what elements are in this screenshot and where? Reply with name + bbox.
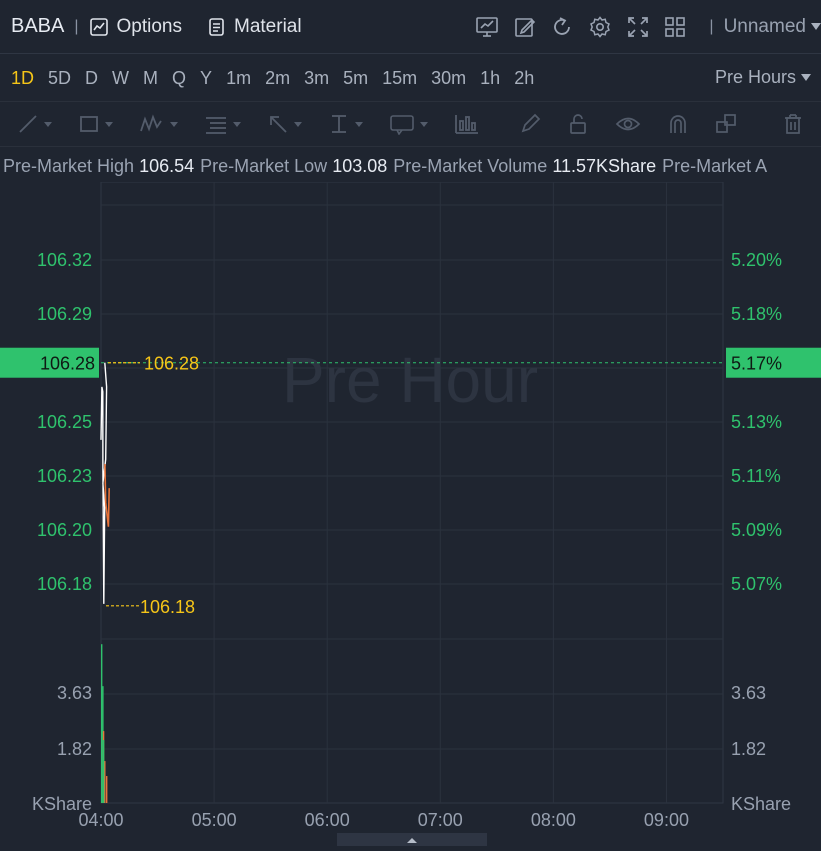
stat-value: 103.08 [332,156,388,176]
volume-bar [102,740,105,803]
session-label: Pre Hours [714,67,796,87]
timeframe-list: 1D 5D D W M Q Y 1m 2m 3m 5m 15m 30m 1h 2h [0,68,537,89]
fullscreen-icon[interactable] [624,10,651,44]
pct-tick-label: 5.09% [731,520,782,540]
chevron-up-icon [407,838,417,843]
timeframe-1d[interactable]: 1D [11,68,34,88]
timeframe-5m[interactable]: 5m [343,68,368,88]
ticker-symbol[interactable]: BABA [11,15,64,38]
timeframe-1m[interactable]: 1m [226,68,251,88]
low-marker-label: 106.18 [140,597,195,617]
settings-icon[interactable] [587,10,614,44]
layout-selector[interactable]: Unnamed [724,16,821,38]
timeframe-15m[interactable]: 15m [382,68,417,88]
volume-bar [101,644,103,803]
plot-frame [100,182,724,804]
high-marker-label: 106.28 [144,354,199,374]
material-label: Material [234,15,302,37]
volume-tick-label: 1.82 [731,739,766,759]
timeframe-3m[interactable]: 3m [304,68,329,88]
trend-line-icon[interactable] [17,113,52,135]
timeframe-q[interactable]: Q [172,68,186,88]
drawing-toolbar [0,101,821,147]
material-button[interactable]: Material [206,16,302,38]
layout-name: Unnamed [723,15,806,37]
timeframe-5d[interactable]: 5D [48,68,71,88]
trash-icon[interactable] [782,113,804,135]
stat-value: 106.54 [139,156,195,176]
pct-tick-label: 5.07% [731,574,782,594]
stat-label: Pre-Market Volume [393,156,548,176]
price-chart[interactable]: 04:00 05:00 06:00 07:00 08:00 09:00Pre Hour10… [0,182,821,833]
pct-tick-label: 5.11% [731,466,781,486]
stat-label: Pre-Market Low [200,156,328,176]
timeframe-1h[interactable]: 1h [480,68,500,88]
timeframe-2m[interactable]: 2m [265,68,290,88]
annotation-icon[interactable] [389,113,428,135]
x-tick-label: 08:00 [531,810,576,830]
top-toolbar: BABA | Options Material | Unnamed [0,0,821,54]
x-tick-label: 06:00 [305,810,350,830]
timeframe-y[interactable]: Y [200,68,212,88]
timeframe-d[interactable]: D [85,68,98,88]
price-tick-label: 106.20 [37,520,92,540]
pct-tick-label: 5.20% [731,250,782,270]
lock-icon[interactable] [567,113,589,135]
eye-icon[interactable] [615,113,641,135]
options-label: Options [116,15,182,37]
document-icon [209,17,224,36]
fibonacci-icon[interactable] [204,113,241,135]
volume-unit-label: KShare [731,794,791,814]
rectangle-icon[interactable] [78,113,113,135]
timeframe-30m[interactable]: 30m [431,68,466,88]
current-pct-badge-label: 5.17% [731,354,782,374]
volume-tick-label: 3.63 [57,683,92,703]
price-tick-label: 106.29 [37,304,92,324]
separator: | [709,17,714,35]
time-scroll-handle[interactable] [337,833,487,846]
avg-price-line [104,463,110,527]
price-tick-label: 106.23 [37,466,92,486]
pct-tick-label: 5.18% [731,304,782,324]
arrow-icon[interactable] [267,113,302,135]
session-selector[interactable]: Pre Hours [715,67,811,88]
magnet-icon[interactable] [667,113,689,135]
pct-tick-label: 5.13% [731,412,782,432]
options-button[interactable]: Options [89,16,182,38]
x-tick-label: 05:00 [192,810,237,830]
x-tick-label: 07:00 [418,810,463,830]
measure-icon[interactable] [328,113,363,135]
stat-label: Pre-Market A [662,156,768,176]
indicator-icon[interactable] [454,113,480,135]
caret-down-icon [801,74,811,81]
volume-unit-label: KShare [32,794,92,814]
premarket-stats: Pre-Market High 106.54 Pre-Market Low 103… [0,150,821,182]
chart-icon[interactable] [474,10,501,44]
timeframe-w[interactable]: W [112,68,129,88]
timeframe-bar: 1D 5D D W M Q Y 1m 2m 3m 5m 15m 30m 1h 2h Pre Hours [0,55,821,101]
options-chart-icon [89,17,108,36]
pencil-icon[interactable] [519,113,541,135]
price-tick-label: 106.25 [37,412,92,432]
timeframe-m[interactable]: M [143,68,158,88]
price-tick-label: 106.32 [37,250,92,270]
volume-bar [106,776,108,803]
watermark-text: Pre Hour [282,344,538,416]
edit-icon[interactable] [512,10,539,44]
grid-icon[interactable] [662,10,689,44]
refresh-icon[interactable] [549,10,576,44]
stat-value: 11.57KShare [552,156,657,176]
timeframe-2h[interactable]: 2h [514,68,534,88]
volume-tick-label: 3.63 [731,683,766,703]
volume-bar [104,761,106,803]
volume-tick-label: 1.82 [57,739,92,759]
layers-icon[interactable] [715,113,737,135]
pattern-icon[interactable] [139,113,178,135]
caret-down-icon [810,23,821,30]
x-tick-label: 09:00 [644,810,689,830]
separator: | [74,17,79,35]
price-tick-label: 106.18 [37,574,92,594]
current-price-badge-label: 106.28 [40,354,95,374]
stat-label: Pre-Market High [3,156,135,176]
